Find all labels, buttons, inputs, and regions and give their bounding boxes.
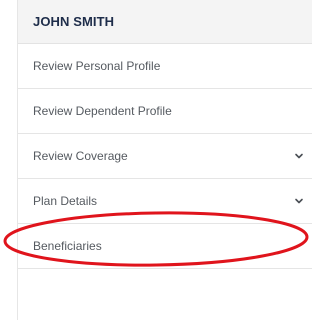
sidebar-item-review-coverage[interactable]: Review Coverage [18,134,312,179]
sidebar-menu: Review Personal Profile Review Dependent… [18,44,312,269]
chevron-down-icon[interactable] [294,196,304,206]
sidebar-item-label: Review Coverage [33,149,128,163]
sidebar: JOHN SMITH Review Personal Profile Revie… [17,0,312,320]
sidebar-item-label: Plan Details [33,194,98,208]
sidebar-item-label: Review Personal Profile [33,59,161,73]
chevron-down-icon[interactable] [294,151,304,161]
sidebar-item-review-dependent-profile[interactable]: Review Dependent Profile [18,89,312,134]
user-name: JOHN SMITH [33,14,115,29]
sidebar-item-plan-details[interactable]: Plan Details [18,179,312,224]
sidebar-item-label: Beneficiaries [33,239,102,253]
sidebar-item-beneficiaries[interactable]: Beneficiaries [18,224,312,269]
sidebar-header: JOHN SMITH [18,0,312,44]
sidebar-item-label: Review Dependent Profile [33,104,172,118]
sidebar-item-review-personal-profile[interactable]: Review Personal Profile [18,44,312,89]
